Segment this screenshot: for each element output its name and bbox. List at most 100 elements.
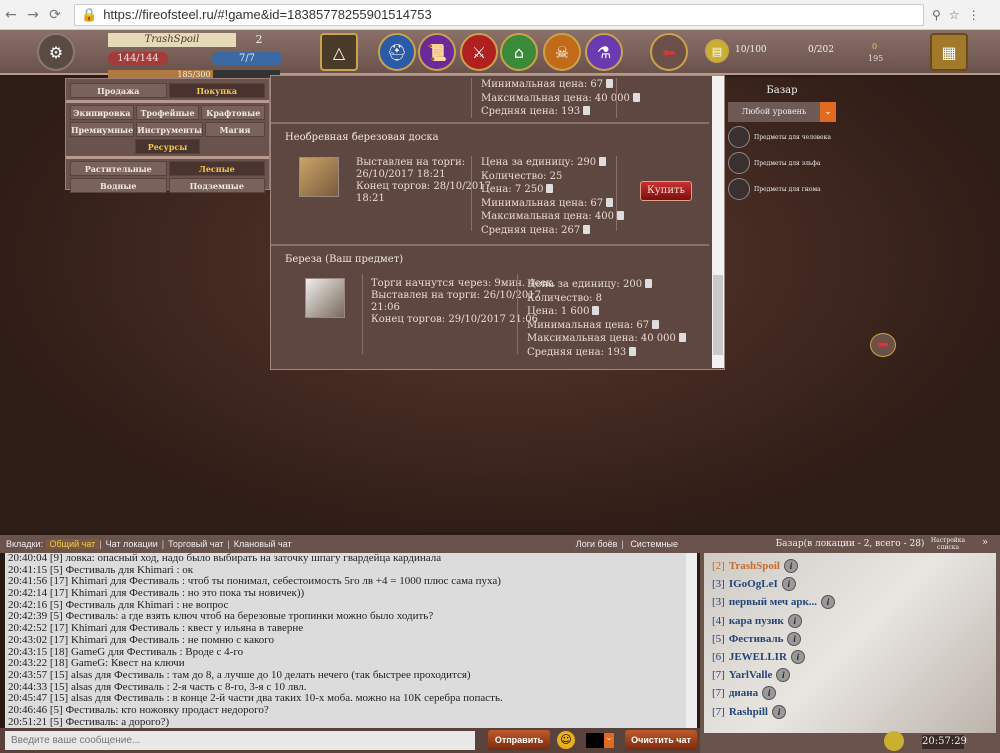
- filter-plant[interactable]: Растительные: [70, 161, 167, 176]
- player-list-item[interactable]: [3] IGoOgLeI i: [712, 575, 988, 593]
- filter-resources[interactable]: Ресурсы: [135, 139, 200, 154]
- tab-general-chat[interactable]: Общий чат: [45, 539, 100, 549]
- monster-icon[interactable]: ☠: [543, 33, 581, 71]
- birch-item-image[interactable]: [305, 278, 345, 318]
- info-icon[interactable]: i: [787, 631, 802, 646]
- chevron-down-icon[interactable]: ⌄: [820, 102, 836, 122]
- player-list-item[interactable]: [5] Фестиваль i: [712, 630, 988, 648]
- exit-arrow-icon[interactable]: ⬅: [650, 33, 688, 71]
- potion-icon[interactable]: ⚗: [585, 33, 623, 71]
- chat-input-row: Отправить ☺ ⌄ Очистить чат: [0, 728, 700, 753]
- silver-coin-icon: [546, 184, 554, 193]
- lot-partial: Минимальная цена: 67 Максимальная цена: …: [271, 78, 709, 122]
- menu-icon[interactable]: ⋮: [968, 8, 980, 22]
- scroll-icon[interactable]: 📜: [418, 33, 456, 71]
- race-label: Предметы для человека: [754, 133, 831, 141]
- clear-chat-button[interactable]: Очистить чат: [625, 730, 697, 750]
- gold-icon[interactable]: [884, 731, 904, 751]
- player-list-item[interactable]: [7] Rashpill i: [712, 703, 988, 721]
- crossed-swords-icon[interactable]: ⚔: [460, 33, 498, 71]
- settings-gear-icon[interactable]: ⚙: [37, 33, 75, 71]
- filter-magic[interactable]: Магия: [204, 122, 265, 137]
- filter-trophy[interactable]: Трофейные: [135, 105, 200, 120]
- player-name[interactable]: первый меч арк...: [729, 593, 817, 611]
- filter-equipment[interactable]: Экипировка: [70, 105, 134, 120]
- clan-emblem-icon[interactable]: △: [320, 33, 358, 71]
- info-icon[interactable]: i: [787, 613, 802, 628]
- filter-premium[interactable]: Премиумные: [70, 122, 135, 137]
- silver-coin-icon: [652, 319, 660, 329]
- player-list-item[interactable]: [2] TrashSpoil i: [712, 557, 988, 575]
- zoom-icon[interactable]: ⚲: [932, 8, 941, 22]
- board-item-image[interactable]: [299, 157, 339, 197]
- silver-amount: 195: [868, 54, 884, 63]
- helmet-icon[interactable]: ⛑: [378, 33, 416, 71]
- player-name[interactable]: YarlValle: [729, 666, 773, 684]
- player-list-item[interactable]: [6] JEWELLIR i: [712, 648, 988, 666]
- inventory-chest-icon[interactable]: ▦: [930, 33, 968, 71]
- address-bar[interactable]: 🔒 https://fireofsteel.ru/#!game&id=183857…: [74, 3, 924, 26]
- filter-forest[interactable]: Лесные: [168, 161, 265, 176]
- player-list-item[interactable]: [7] YarlValle i: [712, 666, 988, 684]
- tab-buy[interactable]: Покупка: [168, 83, 265, 98]
- player-name[interactable]: TrashSpoil: [729, 557, 780, 575]
- filter-water[interactable]: Водные: [70, 178, 167, 193]
- filter-craft[interactable]: Крафтовые: [201, 105, 266, 120]
- info-icon[interactable]: i: [762, 686, 777, 701]
- info-icon[interactable]: i: [783, 559, 798, 574]
- hp-bar: 144/144: [108, 52, 168, 65]
- tab-sell[interactable]: Продажа: [70, 83, 167, 98]
- player-name[interactable]: кара пузик: [729, 612, 784, 630]
- back-icon[interactable]: ←: [0, 7, 22, 23]
- lot-list-scroll-thumb[interactable]: [713, 275, 723, 355]
- mp-bar: 7/7: [212, 52, 282, 65]
- info-icon[interactable]: i: [776, 668, 791, 683]
- filter-underground[interactable]: Подземные: [168, 178, 265, 193]
- player-name[interactable]: IGoOgLeI: [729, 575, 778, 593]
- tab-location-chat[interactable]: Чат локации: [102, 539, 162, 549]
- lock-icon: 🔒: [81, 6, 98, 22]
- color-dropdown-icon[interactable]: ⌄: [604, 733, 614, 748]
- player-level: [7]: [712, 687, 725, 700]
- back-arrow-button[interactable]: ⬅: [870, 333, 896, 357]
- buy-button[interactable]: Купить: [640, 181, 692, 201]
- race-dwarf[interactable]: Предметы для гнома: [728, 178, 836, 200]
- player-name[interactable]: JEWELLIR: [729, 648, 787, 666]
- color-picker[interactable]: [586, 733, 604, 748]
- filter-tools[interactable]: Инструменты: [136, 122, 203, 137]
- collapse-icon[interactable]: »: [982, 537, 988, 548]
- player-name[interactable]: Rashpill: [729, 703, 768, 721]
- gold-icon[interactable]: ▤: [705, 39, 729, 63]
- info-icon[interactable]: i: [790, 650, 805, 665]
- tab-battle-logs[interactable]: Логи боёв: [572, 539, 622, 549]
- dwarf-avatar-icon: [728, 178, 750, 200]
- reload-icon[interactable]: ⟳: [44, 7, 66, 23]
- market-icon[interactable]: ⌂: [500, 33, 538, 71]
- info-icon[interactable]: i: [771, 704, 786, 719]
- player-level: [7]: [712, 705, 725, 718]
- info-icon[interactable]: i: [821, 595, 836, 610]
- race-human[interactable]: Предметы для человека: [728, 126, 836, 148]
- player-list-item[interactable]: [3] первый меч арк... i: [712, 593, 988, 611]
- level-select[interactable]: Любой уровень ⌄: [728, 102, 836, 122]
- tab-clan-chat[interactable]: Клановый чат: [230, 539, 296, 549]
- tab-trade-chat[interactable]: Торговый чат: [164, 539, 227, 549]
- lot-title: Береза (Ваш предмет): [285, 254, 404, 265]
- player-list-item[interactable]: [7] диана i: [712, 684, 988, 702]
- elf-avatar-icon: [728, 152, 750, 174]
- player-name[interactable]: Фестиваль: [729, 630, 784, 648]
- silver-coin-icon: [606, 79, 614, 88]
- race-label: Предметы для гнома: [754, 185, 821, 193]
- chat-scrollbar[interactable]: [686, 553, 697, 728]
- info-icon[interactable]: i: [781, 577, 796, 592]
- player-name[interactable]: диана: [729, 684, 758, 702]
- race-elf[interactable]: Предметы для эльфа: [728, 152, 836, 174]
- player-list-item[interactable]: [4] кара пузик i: [712, 612, 988, 630]
- star-icon[interactable]: ☆: [949, 8, 960, 22]
- tab-system[interactable]: Системные: [626, 539, 682, 549]
- send-button[interactable]: Отправить: [488, 730, 550, 750]
- chat-message-input[interactable]: [5, 731, 475, 750]
- forward-icon[interactable]: →: [22, 7, 44, 23]
- smiley-icon[interactable]: ☺: [557, 731, 575, 749]
- list-settings-button[interactable]: Настройка списка: [928, 537, 968, 551]
